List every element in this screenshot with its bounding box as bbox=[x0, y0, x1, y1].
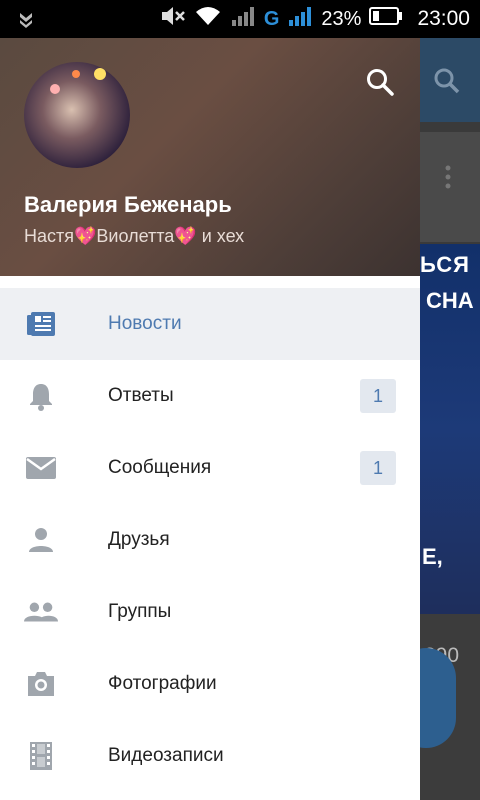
user-name[interactable]: Валерия Беженарь bbox=[24, 192, 232, 218]
menu-item-news[interactable]: Новости bbox=[0, 288, 420, 360]
menu-item-label: Новости bbox=[108, 313, 182, 334]
background-search-icon bbox=[432, 66, 462, 101]
newspaper-icon bbox=[24, 310, 58, 338]
image-text-2: СНА bbox=[426, 288, 474, 313]
menu-item-label: Видеозаписи bbox=[108, 745, 224, 766]
drawer-menu: Новости Ответы 1 Сообщения 1 Друзья Груп… bbox=[0, 288, 420, 792]
group-icon bbox=[24, 598, 58, 626]
menu-item-friends[interactable]: Друзья bbox=[0, 504, 420, 576]
person-icon bbox=[24, 526, 58, 554]
camera-icon bbox=[24, 670, 58, 698]
image-text-1: ЬСЯ bbox=[420, 252, 470, 277]
background-post-image: ЬСЯ СНА Е, bbox=[420, 244, 480, 614]
notification-icon bbox=[18, 9, 34, 34]
mute-icon bbox=[160, 5, 186, 33]
menu-item-photos[interactable]: Фотографии bbox=[0, 648, 420, 720]
film-icon bbox=[24, 742, 58, 770]
clock: 23:00 bbox=[417, 7, 470, 30]
search-icon[interactable] bbox=[364, 66, 396, 98]
user-status: Настя💖Виолетта💖 и хех bbox=[24, 226, 245, 246]
menu-item-label: Ответы bbox=[108, 385, 174, 406]
menu-item-label: Фотографии bbox=[108, 673, 217, 694]
more-options-icon bbox=[444, 164, 452, 195]
messages-count-badge: 1 bbox=[360, 451, 396, 485]
menu-item-label: Друзья bbox=[108, 529, 170, 550]
battery-percent: 23% bbox=[321, 7, 362, 30]
signal-icon bbox=[230, 4, 256, 34]
menu-item-videos[interactable]: Видеозаписи bbox=[0, 720, 420, 792]
bell-icon bbox=[24, 382, 58, 411]
network-type-label: G bbox=[263, 7, 280, 30]
avatar[interactable] bbox=[24, 62, 130, 168]
menu-item-label: Группы bbox=[108, 601, 172, 622]
menu-item-answers[interactable]: Ответы 1 bbox=[0, 360, 420, 432]
answers-count-badge: 1 bbox=[360, 379, 396, 413]
wifi-icon bbox=[194, 5, 222, 33]
menu-item-label: Сообщения bbox=[108, 457, 212, 478]
status-bar: G 23% 23:00 bbox=[0, 0, 480, 38]
menu-item-messages[interactable]: Сообщения 1 bbox=[0, 432, 420, 504]
mobile-signal-icon bbox=[287, 4, 313, 34]
drawer-header: Валерия Беженарь Настя💖Виолетта💖 и хех bbox=[0, 38, 420, 276]
image-text-3: Е, bbox=[422, 544, 443, 569]
navigation-drawer: Валерия Беженарь Настя💖Виолетта💖 и хех Н… bbox=[0, 38, 420, 800]
battery-icon bbox=[369, 6, 403, 32]
envelope-icon bbox=[24, 454, 58, 482]
menu-item-groups[interactable]: Группы bbox=[0, 576, 420, 648]
